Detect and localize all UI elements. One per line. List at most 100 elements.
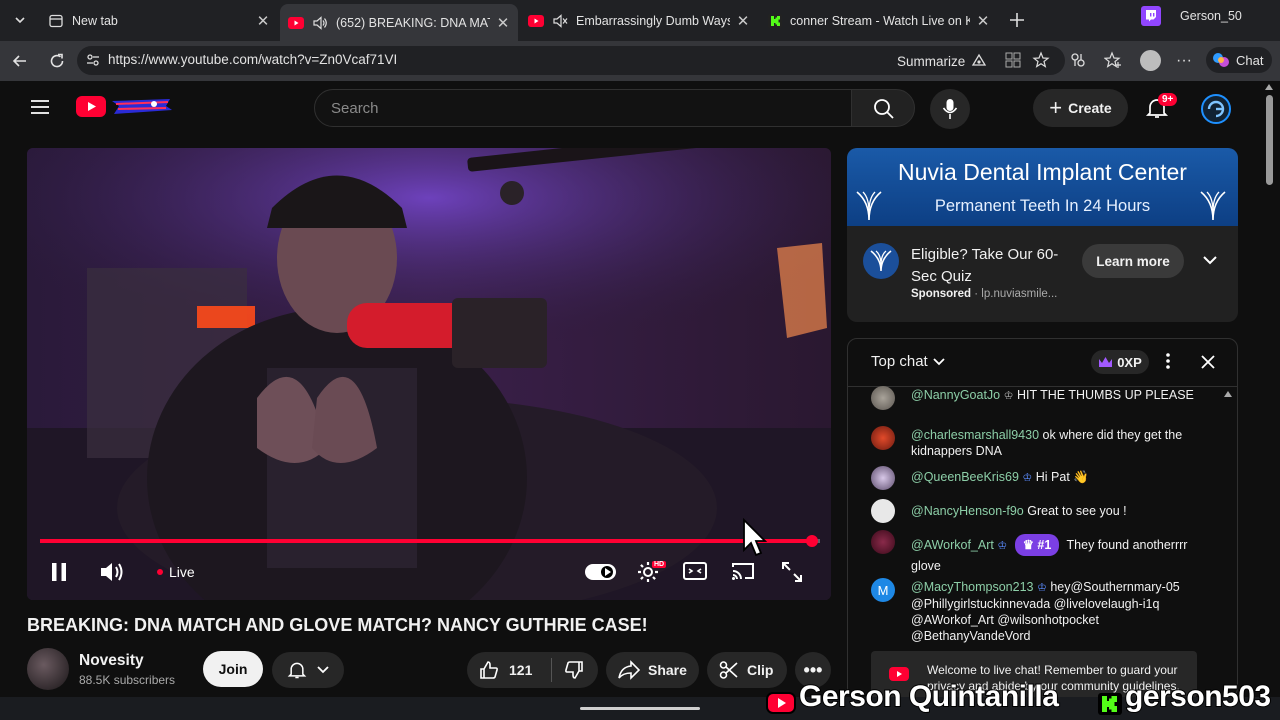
minimize-window-button[interactable] [1255, 2, 1275, 32]
fullscreen-icon[interactable] [781, 561, 803, 583]
live-indicator[interactable]: Live [157, 564, 195, 580]
chat-author[interactable]: @MacyThompson213 [911, 580, 1033, 594]
close-tab-icon[interactable]: ✕ [256, 12, 270, 30]
xp-badge[interactable]: 0XP [1091, 350, 1149, 374]
more-options-icon[interactable]: ··· [1176, 52, 1192, 70]
video-player[interactable] [27, 148, 831, 600]
pause-icon[interactable] [51, 562, 67, 582]
overlay-youtube-icon [766, 692, 796, 714]
create-button[interactable]: + Create [1033, 89, 1128, 127]
subscribed-notifications-button[interactable] [272, 652, 344, 688]
youtube-icon [288, 16, 304, 29]
muted-speaker-icon[interactable] [552, 14, 568, 28]
xp-value: 0XP [1117, 354, 1142, 370]
favorites-icon[interactable] [1104, 51, 1122, 69]
speaker-icon[interactable] [312, 15, 328, 30]
chat-avatar[interactable] [871, 530, 895, 554]
menu-icon[interactable] [30, 98, 50, 116]
autoplay-toggle[interactable] [585, 564, 616, 580]
learn-more-label: Learn more [1096, 253, 1170, 269]
tab-title: Embarrassingly Dumb Ways People Died [576, 14, 730, 28]
apps-icon[interactable] [1004, 51, 1022, 69]
like-count: 121 [509, 662, 533, 678]
learn-more-button[interactable]: Learn more [1082, 244, 1184, 278]
channel-avatar[interactable] [27, 648, 69, 690]
chat-author[interactable]: @QueenBeeKris69 [911, 470, 1019, 484]
close-tab-icon[interactable]: ✕ [496, 14, 510, 32]
summarize-button[interactable]: Summarize [897, 52, 988, 70]
url-text[interactable]: https://www.youtube.com/watch?v=Zn0Vcaf7… [108, 52, 397, 67]
favorite-star-icon[interactable] [1032, 51, 1050, 69]
chat-more-options-icon[interactable] [1165, 352, 1171, 370]
clip-button[interactable]: Clip [707, 652, 787, 688]
copilot-chat-button[interactable]: Chat [1206, 47, 1272, 73]
youtube-icon [889, 667, 909, 681]
theater-mode-icon[interactable] [683, 561, 707, 581]
chevron-down-icon [317, 666, 329, 674]
notifications-button[interactable]: 9+ [1145, 93, 1178, 120]
site-info-icon[interactable] [85, 52, 101, 68]
chat-mode-selector[interactable]: Top chat [871, 353, 945, 370]
profile-name[interactable]: Gerson_50 [1180, 9, 1242, 23]
video-progress-fill [40, 539, 813, 543]
live-dot-icon [157, 569, 163, 575]
chat-avatar[interactable] [871, 499, 895, 523]
chat-avatar[interactable] [871, 426, 895, 450]
microphone-icon [942, 98, 958, 120]
reload-icon[interactable] [47, 51, 67, 71]
chat-author[interactable]: @charlesmarshall9430 [911, 428, 1039, 442]
close-chat-icon[interactable] [1200, 354, 1216, 370]
new-tab-button[interactable] [1006, 9, 1028, 31]
page-scrollbar-thumb[interactable] [1266, 95, 1273, 185]
back-icon[interactable] [10, 51, 30, 71]
volume-icon[interactable] [99, 560, 125, 584]
ad-expand-chevron-icon[interactable] [1202, 255, 1218, 265]
profile-avatar[interactable] [1140, 50, 1161, 71]
dislike-button[interactable] [552, 660, 584, 680]
youtube-logo[interactable] [76, 96, 174, 117]
summarize-icon [970, 52, 988, 70]
join-label: Join [218, 661, 248, 677]
channel-name[interactable]: Novesity [79, 652, 144, 670]
tab-youtube-dumb-ways[interactable]: Embarrassingly Dumb Ways People Died ✕ [520, 5, 758, 37]
tab-kick-stream[interactable]: conner Stream - Watch Live on Kick ✕ [760, 5, 998, 37]
extensions-icon[interactable] [1069, 51, 1087, 69]
chat-author[interactable]: @NancyHenson-f9o [911, 504, 1024, 518]
tab-new-tab[interactable]: New tab ✕ [40, 5, 278, 37]
moderator-crown-icon: ♔ [1003, 390, 1014, 402]
search-icon [873, 98, 895, 120]
close-tab-icon[interactable]: ✕ [976, 12, 990, 30]
search-placeholder: Search [331, 100, 379, 117]
moderator-crown-icon: ♔ [1036, 582, 1047, 594]
moderator-crown-icon: ♔ [997, 540, 1008, 552]
scroll-up-arrow-icon[interactable] [1265, 84, 1273, 90]
chat-avatar[interactable]: M [871, 578, 895, 602]
ad-banner[interactable]: Nuvia Dental Implant Center Permanent Te… [847, 148, 1238, 226]
twitch-icon[interactable] [1141, 6, 1161, 26]
chat-avatar[interactable] [871, 466, 895, 490]
chat-author[interactable]: @NannyGoatJo [911, 388, 1000, 402]
thumbs-down-icon [564, 660, 584, 680]
chat-author[interactable]: @AWorkof_Art [911, 538, 994, 552]
nuvia-logo-icon [1199, 190, 1227, 222]
chat-avatar[interactable] [871, 386, 895, 410]
ad-headline[interactable]: Eligible? Take Our 60-Sec Quiz [911, 244, 1071, 288]
advertiser-logo [863, 243, 899, 279]
share-button[interactable]: Share [606, 652, 699, 688]
tab-title: (652) BREAKING: DNA MATCH AND GLOVE MATC… [336, 15, 490, 30]
voice-search-button[interactable] [930, 89, 970, 129]
chat-text: HIT THE THUMBS UP PLEASE [1016, 388, 1194, 402]
tab-youtube-breaking[interactable]: (652) BREAKING: DNA MATCH AND GLOVE MATC… [280, 4, 518, 41]
cast-icon[interactable] [731, 561, 755, 581]
like-button[interactable]: 121 [467, 660, 551, 680]
close-tab-icon[interactable]: ✕ [736, 12, 750, 30]
ad-meta: Sponsored · lp.nuviasmile... [911, 288, 1057, 300]
account-avatar[interactable] [1201, 94, 1231, 124]
rank-badge-label: #1 [1037, 538, 1052, 552]
search-button[interactable] [851, 89, 915, 127]
join-button[interactable]: Join [203, 651, 263, 687]
tab-search-button[interactable] [8, 8, 32, 32]
search-input[interactable]: Search [314, 89, 852, 127]
subscriber-count: 88.5K subscribers [79, 673, 176, 687]
chat-scroll-up-icon[interactable] [1224, 391, 1232, 397]
